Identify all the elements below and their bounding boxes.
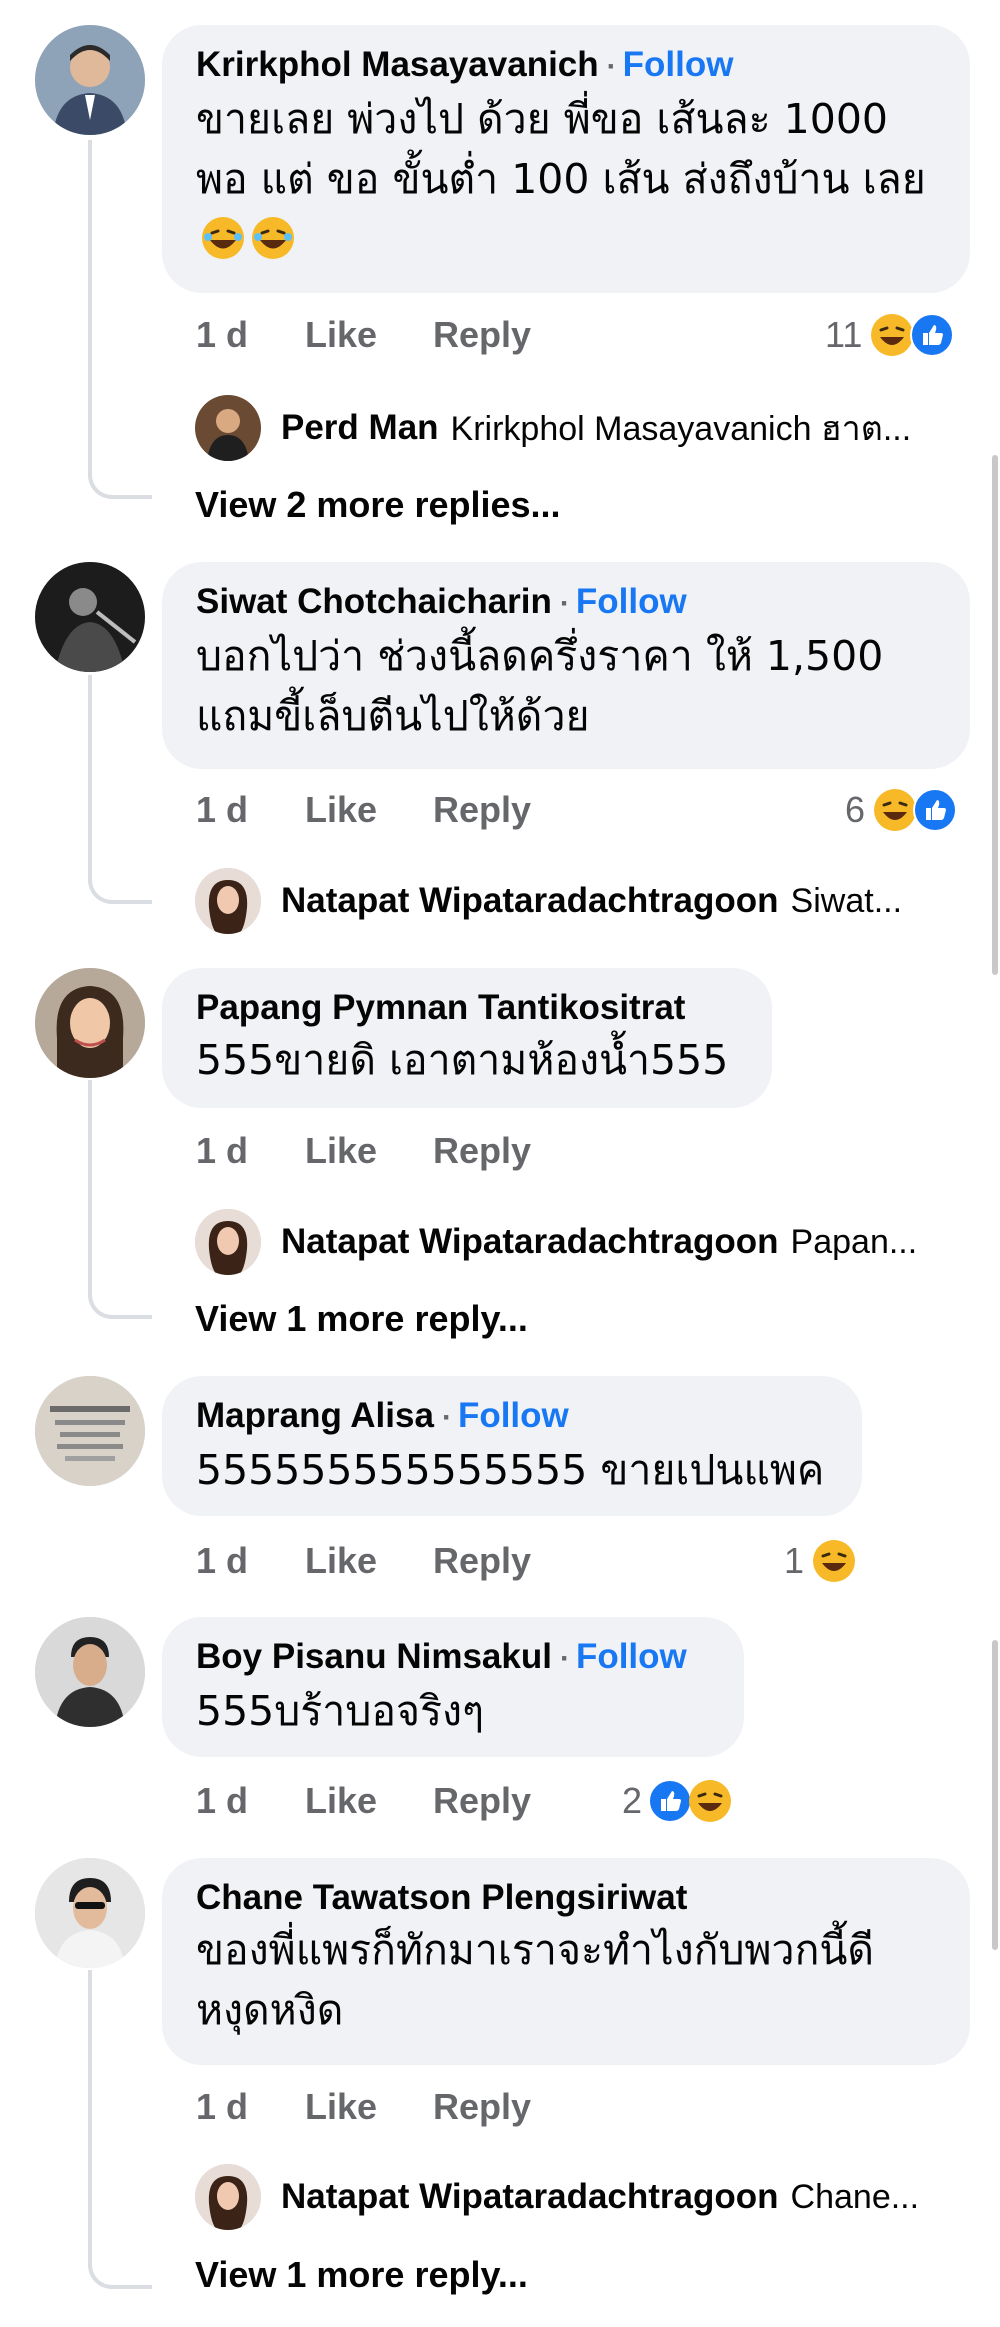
view-more-replies[interactable]: View 1 more reply... (195, 2254, 528, 2296)
reaction-count: 1 (784, 1540, 805, 1581)
reply-button[interactable]: Reply (433, 1126, 531, 1176)
comment-author-line: Papang Pymnan Tantikositrat (196, 986, 738, 1030)
comment-text: 555บร้าบอจริงๆ (196, 1687, 485, 1735)
comment-bubble: Siwat Chotchaicharin · Follow บอกไปว่า ช่ว… (162, 562, 970, 769)
comment-time[interactable]: 1 d (196, 1536, 248, 1586)
like-button[interactable]: Like (305, 1776, 377, 1826)
laughing-emoji-icon (202, 217, 244, 259)
comment-bubble: Papang Pymnan Tantikositrat 555ขายดิ เอา… (162, 968, 772, 1108)
comment-bubble: Chane Tawatson Plengsiriwat ของพี่แพรก็ท… (162, 1858, 970, 2065)
comment-author-line: Siwat Chotchaicharin · Follow (196, 580, 936, 626)
comment-time[interactable]: 1 d (196, 1126, 248, 1176)
like-reaction-icon (648, 1779, 693, 1823)
reply-button[interactable]: Reply (433, 1776, 531, 1826)
haha-reaction-icon (812, 1539, 856, 1583)
reply-author[interactable]: Natapat Wipataradachtragoon (281, 2177, 779, 2217)
comment-author[interactable]: Boy Pisanu Nimsakul (196, 1637, 552, 1676)
comment-text: บอกไปว่า ช่วงนี้ลดครึ่งราคา ให้ 1,500 แถ… (196, 632, 884, 740)
reply-snippet: Papan... (790, 1222, 918, 1261)
separator-dot: · (606, 50, 617, 83)
haha-reaction-icon (873, 788, 917, 832)
comment-author[interactable]: Krirkphol Masayavanich (196, 45, 599, 84)
comment-bubble: Krirkphol Masayavanich · Follow ขายเลย พ่ว… (162, 25, 970, 293)
reply-button[interactable]: Reply (433, 310, 531, 360)
comment-author-line: Krirkphol Masayavanich · Follow (196, 43, 936, 89)
separator-dot: · (559, 587, 570, 620)
reaction-summary[interactable]: 6 (845, 785, 958, 835)
avatar[interactable] (35, 1858, 145, 1968)
reaction-count: 11 (825, 314, 863, 355)
like-button[interactable]: Like (305, 785, 377, 835)
reply-preview[interactable]: Perd Man Krirkphol Masayavanich ฮาต... (195, 395, 911, 461)
laughing-emoji-icon (252, 217, 294, 259)
reply-author[interactable]: Natapat Wipataradachtragoon (281, 881, 779, 921)
like-button[interactable]: Like (305, 1536, 377, 1586)
avatar[interactable] (35, 25, 145, 135)
reaction-summary[interactable]: 2 (622, 1776, 732, 1826)
reply-preview[interactable]: Natapat Wipataradachtragoon Siwat... (195, 868, 902, 934)
reply-button[interactable]: Reply (433, 785, 531, 835)
like-button[interactable]: Like (305, 2082, 377, 2132)
comment-time[interactable]: 1 d (196, 2082, 248, 2132)
follow-button[interactable]: Follow (458, 1396, 569, 1435)
avatar[interactable] (35, 1617, 145, 1727)
reply-author[interactable]: Perd Man (281, 408, 439, 448)
like-button[interactable]: Like (305, 1126, 377, 1176)
reply-button[interactable]: Reply (433, 1536, 531, 1586)
reply-preview[interactable]: Natapat Wipataradachtragoon Papan... (195, 1209, 917, 1275)
like-reaction-icon (910, 313, 955, 357)
avatar[interactable] (35, 968, 145, 1078)
scrollbar[interactable] (992, 1640, 998, 1950)
like-reaction-icon (913, 788, 958, 832)
reaction-count: 2 (622, 1780, 643, 1821)
reply-thread-line (88, 140, 152, 499)
reply-snippet: Chane... (790, 2177, 920, 2216)
comment-author-line: Chane Tawatson Plengsiriwat (196, 1876, 936, 1920)
comment-text: 555ขายดิ เอาตามห้องน้ำ555 (196, 1036, 729, 1084)
comment-author[interactable]: Maprang Alisa (196, 1396, 434, 1435)
comment-author-line: Maprang Alisa · Follow (196, 1394, 828, 1440)
comment-author[interactable]: Chane Tawatson Plengsiriwat (196, 1878, 687, 1917)
follow-button[interactable]: Follow (576, 582, 687, 621)
reply-thread-line (88, 1080, 152, 1319)
reaction-summary[interactable]: 1 (784, 1536, 856, 1586)
separator-dot: · (559, 1642, 570, 1675)
reaction-summary[interactable]: 11 (825, 310, 955, 360)
comment-author[interactable]: Papang Pymnan Tantikositrat (196, 988, 685, 1027)
haha-reaction-icon (870, 313, 914, 357)
like-button[interactable]: Like (305, 310, 377, 360)
comment-text: 555555555555555 ขายเปนแพค (196, 1446, 825, 1494)
reply-preview[interactable]: Natapat Wipataradachtragoon Chane... (195, 2164, 919, 2230)
comment-time[interactable]: 1 d (196, 310, 248, 360)
comment-bubble: Boy Pisanu Nimsakul · Follow 555บร้าบอจริง… (162, 1617, 744, 1757)
comment-author[interactable]: Siwat Chotchaicharin (196, 582, 552, 621)
comment-text: ขายเลย พ่วงไป ด้วย พี่ขอ เส้นละ 1000 พอ … (196, 89, 936, 269)
avatar[interactable] (35, 562, 145, 672)
scrollbar[interactable] (992, 455, 998, 975)
reply-author[interactable]: Natapat Wipataradachtragoon (281, 1222, 779, 1262)
comment-time[interactable]: 1 d (196, 1776, 248, 1826)
avatar (195, 2164, 261, 2230)
haha-reaction-icon (688, 1779, 732, 1823)
reply-thread-line (88, 1970, 152, 2289)
comment-bubble: Maprang Alisa · Follow 555555555555555 ขาย… (162, 1376, 862, 1516)
comment-text: ของพี่แพรก็ทักมาเราจะทำไงกับพวกนี้ดี หงุ… (196, 1926, 875, 2034)
reply-snippet: Krirkphol Masayavanich ฮาต... (450, 410, 912, 448)
follow-button[interactable]: Follow (576, 1637, 687, 1676)
follow-button[interactable]: Follow (623, 45, 734, 84)
reaction-count: 6 (845, 789, 866, 830)
avatar (195, 395, 261, 461)
reply-thread-line (88, 675, 152, 904)
separator-dot: · (441, 1401, 452, 1434)
avatar (195, 1209, 261, 1275)
comment-author-line: Boy Pisanu Nimsakul · Follow (196, 1635, 710, 1681)
reply-snippet: Siwat... (790, 881, 903, 920)
avatar[interactable] (35, 1376, 145, 1486)
reply-button[interactable]: Reply (433, 2082, 531, 2132)
view-more-replies[interactable]: View 2 more replies... (195, 484, 561, 526)
comment-time[interactable]: 1 d (196, 785, 248, 835)
view-more-replies[interactable]: View 1 more reply... (195, 1298, 528, 1340)
avatar (195, 868, 261, 934)
